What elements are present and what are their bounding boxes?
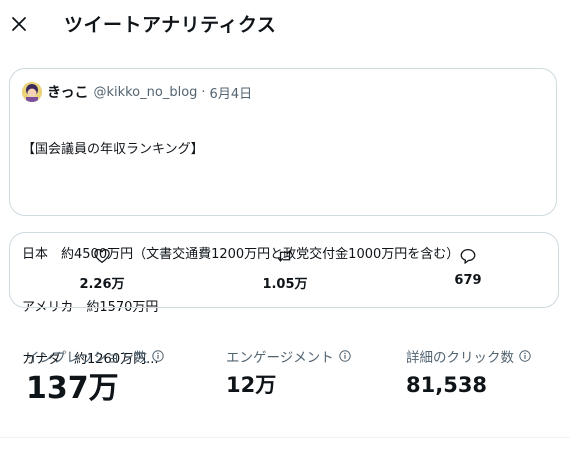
engagements-value: 12万 — [226, 373, 277, 397]
retweets-metric[interactable]: 1.05万 — [245, 247, 325, 292]
engagements-stat: エンゲージメント 12万 — [226, 346, 351, 398]
tweet-line: 【国会議員の年収ランキング】 — [22, 142, 204, 157]
tweet-card[interactable]: きっこ @kikko_no_blog · 6月4日 【国会議員の年収ランキング】… — [9, 68, 557, 367]
impressions-value: 137万 — [26, 371, 119, 406]
reply-icon — [459, 247, 477, 265]
author-name[interactable]: きっこ — [47, 82, 88, 102]
header: ツイートアナリティクス — [0, 0, 570, 50]
close-button[interactable] — [8, 13, 30, 35]
engagement-card: 2.26万 1.05万 679 — [9, 232, 559, 308]
info-icon[interactable] — [152, 350, 164, 362]
likes-count: 2.26万 — [79, 277, 125, 292]
page-title: ツイートアナリティクス — [64, 14, 277, 36]
detail-clicks-label: 詳細のクリック数 — [406, 350, 514, 366]
likes-metric[interactable]: 2.26万 — [62, 247, 142, 292]
impressions-label: インプレッション数 — [26, 350, 148, 366]
detail-clicks-label-row: 詳細のクリック数 — [406, 346, 531, 366]
info-icon[interactable] — [519, 350, 531, 362]
engagements-label-row: エンゲージメント — [226, 346, 351, 366]
separator: · — [201, 84, 206, 100]
heart-icon — [93, 247, 111, 265]
retweets-count: 1.05万 — [262, 277, 308, 292]
tweet-header: きっこ @kikko_no_blog · 6月4日 — [22, 81, 252, 103]
engagements-label: エンゲージメント — [226, 350, 334, 366]
impressions-label-row: インプレッション数 — [26, 346, 164, 366]
replies-metric[interactable]: 679 — [428, 247, 508, 288]
tweet-line — [22, 194, 542, 212]
retweet-icon — [276, 247, 294, 265]
replies-count: 679 — [454, 273, 482, 288]
tweet-date[interactable]: 6月4日 — [210, 83, 253, 102]
close-icon — [11, 16, 27, 32]
author-handle[interactable]: @kikko_no_blog — [93, 85, 197, 100]
divider — [0, 437, 570, 438]
info-icon[interactable] — [339, 350, 351, 362]
avatar[interactable] — [22, 82, 42, 102]
impressions-stat: インプレッション数 137万 — [26, 346, 164, 406]
detail-clicks-stat: 詳細のクリック数 81,538 — [406, 346, 531, 398]
detail-clicks-value: 81,538 — [406, 373, 488, 397]
